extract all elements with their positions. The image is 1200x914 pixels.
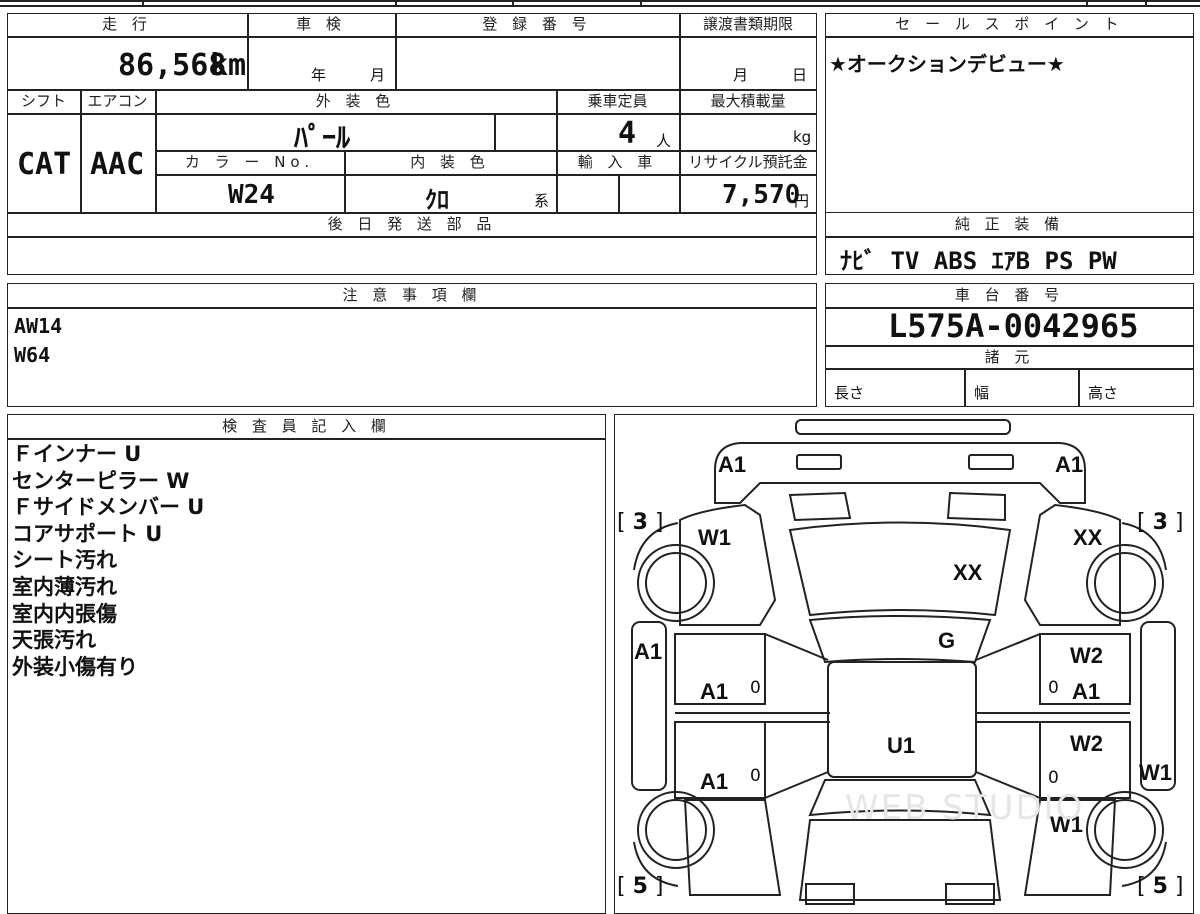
interior-color-value: ｸﾛ (425, 186, 449, 214)
interior-color-unit: 系 (534, 192, 550, 210)
max-load-label: 最大積載量 (710, 92, 786, 110)
shift-label: シフト (20, 92, 66, 110)
tire-rear-right: [ 5 ] (1137, 874, 1184, 899)
specs-height: 高さ (1088, 384, 1119, 402)
mark-left-front-side: A1 (634, 639, 663, 664)
notes-label: 注 意 事 項 欄 (342, 286, 482, 304)
recycle-fee-unit: 円 (794, 192, 810, 210)
color-no-label: カ ラ ー No. (184, 153, 315, 171)
tire-rear-left: [ 5 ] (617, 874, 664, 899)
genuine-equipment-value: ﾅﾋﾞ TV ABS ｴｱB PS PW (840, 247, 1117, 275)
mark-roof: U1 (887, 733, 916, 758)
aircon-value: AAC (90, 147, 145, 182)
inspection-label: 車 検 (296, 15, 346, 33)
mileage-unit: km (210, 48, 247, 83)
capacity-label: 乗車定員 (587, 92, 648, 110)
mark-left-front-fender: W1 (698, 525, 731, 550)
specs-label: 諸 元 (984, 348, 1035, 366)
zero-left-rear-door: 0 (750, 766, 761, 786)
mark-windshield: G (938, 628, 956, 653)
deadline-month-unit: 月 (733, 66, 749, 84)
inspection-month-unit: 月 (370, 66, 386, 84)
inspector-line-9: 外装小傷有り (12, 654, 138, 679)
car-diagram-box (614, 414, 1194, 914)
inspector-line-6: 室内薄汚れ (12, 575, 117, 599)
notes-line-2: W64 (14, 343, 51, 367)
mark-right-front-rocker: A1 (1072, 679, 1101, 704)
recycle-fee-value: 7,570 (722, 180, 801, 210)
inspector-line-2: センターピラー W (12, 468, 190, 493)
genuine-equipment-label: 純 正 装 備 (954, 215, 1065, 233)
chassis-number-label: 車 台 番 号 (954, 286, 1065, 304)
tire-front-right-value: 3 (1152, 510, 1168, 535)
chassis-number-value: L575A-0042965 (888, 307, 1139, 345)
capacity-unit: 人 (656, 132, 672, 150)
exterior-color-value: ﾊﾟｰﾙ (294, 121, 351, 154)
color-no-value: W24 (228, 180, 275, 210)
sales-points-value: ★オークションデビュー★ (829, 52, 1065, 76)
inspector-line-4: コアサポート U (12, 521, 163, 546)
inspector-line-8: 天張汚れ (12, 628, 96, 653)
mark-left-front-door-a1: A1 (700, 679, 729, 704)
later-parts-label: 後 日 発 送 部 品 (327, 215, 497, 233)
zero-left-front-door: 0 (750, 678, 761, 698)
tire-rear-left-value: 5 (632, 874, 648, 899)
specs-length: 長さ (834, 384, 865, 402)
transfer-deadline-label: 譲渡書類期限 (702, 15, 793, 33)
sales-points-box (825, 13, 1194, 213)
mark-right-rear-door: W2 (1070, 731, 1103, 756)
inspection-year-unit: 年 (311, 66, 327, 84)
car-diagram (630, 418, 1176, 905)
interior-color-label: 内 装 色 (410, 153, 490, 171)
capacity-value: 4 (618, 116, 637, 151)
shift-value: CAT (17, 147, 72, 182)
inspector-line-5: シート汚れ (12, 548, 117, 573)
mark-right-front-door: W2 (1070, 643, 1103, 668)
aircon-label: エアコン (87, 92, 148, 110)
tire-front-left-value: 3 (632, 510, 648, 535)
mark-right-front-fender: XX (1073, 525, 1103, 550)
import-label: 輸 入 車 (577, 153, 658, 171)
registration-label: 登 録 番 号 (482, 15, 592, 33)
inspector-line-1: Ｆインナー U (12, 442, 142, 466)
zero-right-rear-door: 0 (1048, 768, 1059, 788)
exterior-color-label: 外 装 色 (315, 92, 396, 110)
notes-line-1: AW14 (14, 314, 63, 338)
recycle-fee-label: リサイクル預託金 (688, 153, 808, 171)
tire-front-left: [ 3 ] (617, 510, 664, 535)
inspector-label: 検 査 員 記 入 欄 (222, 417, 391, 435)
tire-rear-right-value: 5 (1152, 874, 1168, 899)
sales-points-label: セ ー ル ス ポ イ ン ト (895, 15, 1124, 33)
mark-left-rear-door: A1 (700, 769, 729, 794)
tire-front-right: [ 3 ] (1137, 510, 1184, 535)
inspector-line-3: Ｆサイドメンバー U (12, 495, 205, 520)
watermark: WEB STUDIO (845, 788, 1085, 828)
specs-width: 幅 (974, 384, 990, 402)
inspector-line-7: 室内内張傷 (12, 601, 117, 626)
mark-right-rear-side: W1 (1139, 760, 1172, 785)
mark-front-right-corner: A1 (1055, 452, 1084, 477)
max-load-unit: kg (793, 128, 812, 146)
deadline-day-unit: 日 (792, 66, 808, 84)
zero-right-front-door: 0 (1048, 678, 1059, 698)
mileage-label: 走 行 (102, 15, 152, 33)
mark-hood: XX (953, 560, 983, 585)
mark-front-left-corner: A1 (718, 452, 747, 477)
